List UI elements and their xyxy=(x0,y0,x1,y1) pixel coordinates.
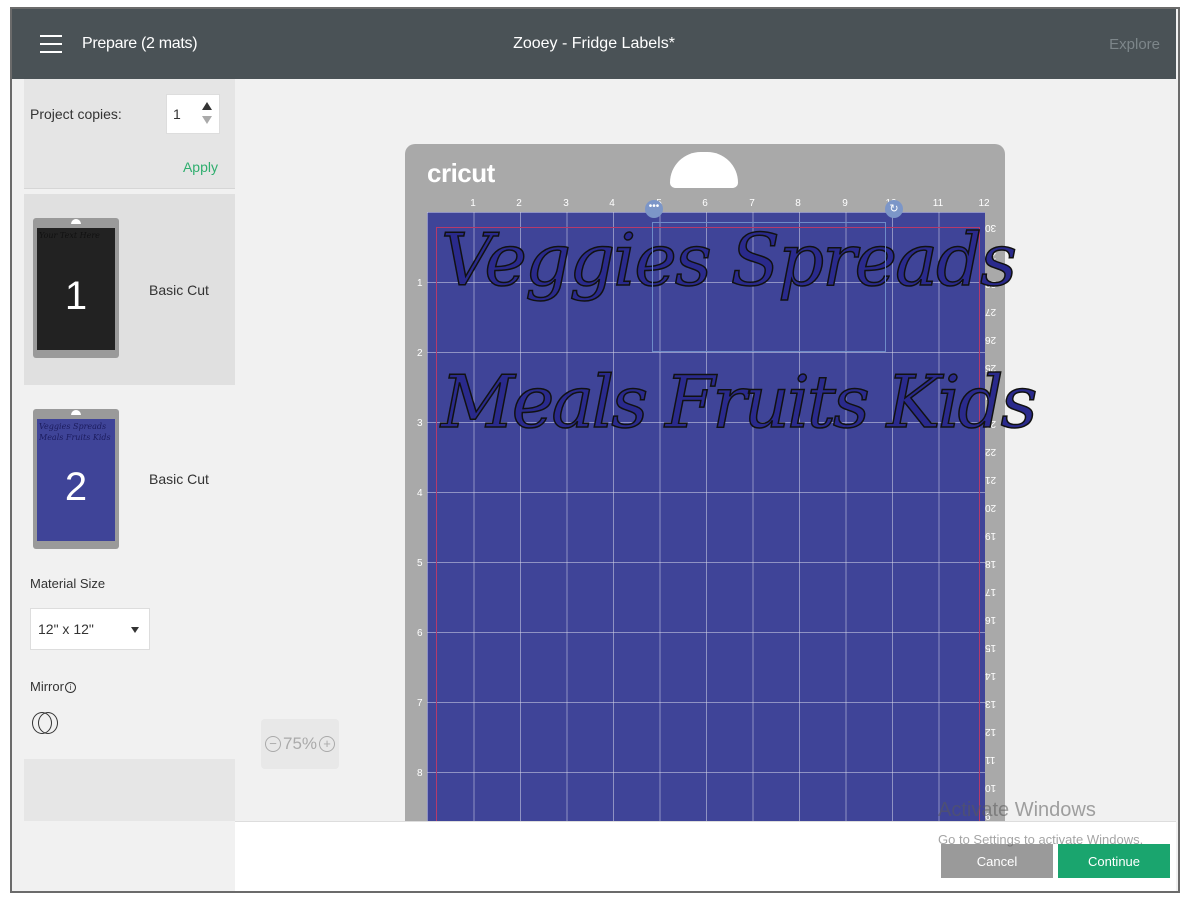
ruler-tick: 4 xyxy=(417,488,423,499)
mat-preview: Your Text Here 1 xyxy=(37,228,115,350)
ruler-tick: 18 xyxy=(985,558,997,569)
rotate-icon[interactable]: ↻ xyxy=(885,200,903,218)
more-options-icon[interactable]: ••• xyxy=(645,200,663,218)
material-size-select[interactable]: 12" x 12" xyxy=(30,608,150,650)
ruler-top: 1 2 3 4 5 6 7 8 9 10 11 12 xyxy=(427,198,989,212)
ruler-tick: 9 xyxy=(842,198,848,209)
mat-notch xyxy=(670,152,738,188)
apply-button[interactable]: Apply xyxy=(183,159,218,175)
cutting-mat: cricut 1 2 3 4 5 6 7 8 9 10 11 12 1 2 3 … xyxy=(405,144,1038,821)
sidebar-footer xyxy=(24,759,235,821)
copies-label: Project copies: xyxy=(30,106,122,122)
project-title: Zooey - Fridge Labels* xyxy=(513,35,675,52)
ruler-tick: 10 xyxy=(985,782,997,793)
ruler-tick: 11 xyxy=(985,754,996,765)
mat-name: Basic Cut xyxy=(149,471,209,487)
mat-grid[interactable]: Veggies Spreads Meals Fruits Kids ••• ↻ xyxy=(427,200,1038,821)
activate-windows-subtitle: Go to Settings to activate Windows. xyxy=(938,832,1144,847)
mat-thumbnail[interactable]: Veggies Spreads Meals Fruits Kids 2 xyxy=(33,409,119,549)
zoom-in-button[interactable]: + xyxy=(319,736,335,752)
increment-icon[interactable] xyxy=(202,102,212,110)
ruler-tick: 12 xyxy=(978,198,990,209)
ruler-tick: 2 xyxy=(417,348,423,359)
ruler-tick: 1 xyxy=(417,278,423,289)
activate-windows-title: Activate Windows xyxy=(938,799,1096,821)
ruler-tick: 7 xyxy=(749,198,755,209)
ruler-tick: 2 xyxy=(516,198,522,209)
ruler-tick: 20 xyxy=(985,502,997,513)
ruler-tick: 14 xyxy=(985,670,997,681)
ruler-tick: 15 xyxy=(985,642,997,653)
ruler-tick: 8 xyxy=(417,768,423,779)
ruler-tick: 26 xyxy=(985,334,997,345)
chevron-down-icon[interactable] xyxy=(131,627,139,633)
zoom-control: − 75% + xyxy=(261,719,339,769)
copies-value[interactable]: 1 xyxy=(173,106,181,122)
ruler-tick: 4 xyxy=(609,198,615,209)
project-copies-panel: Project copies: 1 Apply xyxy=(24,79,235,189)
ruler-tick: 3 xyxy=(563,198,569,209)
ruler-tick: 5 xyxy=(417,558,423,569)
mat-notch xyxy=(71,410,81,415)
mat-number: 2 xyxy=(64,465,88,509)
material-size-label: Material Size xyxy=(30,576,106,591)
mat-canvas[interactable]: cricut 1 2 3 4 5 6 7 8 9 10 11 12 1 2 3 … xyxy=(235,79,1176,821)
design-text-line-2[interactable]: Meals Fruits Kids xyxy=(440,359,1038,445)
continue-button[interactable]: Continue xyxy=(1058,844,1170,878)
ruler-tick: 6 xyxy=(702,198,708,209)
zoom-level: 75% xyxy=(283,734,318,753)
mat-preview-text: Veggies Spreads Meals Fruits Kids xyxy=(39,422,111,442)
ruler-tick: 21 xyxy=(985,474,997,485)
ruler-tick: 17 xyxy=(985,586,997,597)
mat-notch xyxy=(71,219,81,224)
sidebar: Project copies: 1 Apply Your Text Here 1… xyxy=(24,79,235,891)
explore-link[interactable]: Explore xyxy=(1109,36,1160,53)
ruler-tick: 19 xyxy=(985,530,997,541)
cricut-logo: cricut xyxy=(427,158,495,188)
ruler-tick: 27 xyxy=(985,306,997,317)
mat-number: 1 xyxy=(64,274,88,318)
copies-stepper[interactable]: 1 xyxy=(166,94,220,134)
mat-name: Basic Cut xyxy=(149,282,209,298)
toggle-circle-icon xyxy=(38,712,58,734)
ruler-tick: 7 xyxy=(417,698,423,709)
zoom-out-button[interactable]: − xyxy=(265,736,281,752)
mat-preview: Veggies Spreads Meals Fruits Kids 2 xyxy=(37,419,115,541)
mirror-label: Mirror xyxy=(30,679,64,694)
ruler-tick: 16 xyxy=(985,614,997,625)
ruler-tick: 8 xyxy=(795,198,801,209)
ruler-tick: 3 xyxy=(417,418,423,429)
mat-item-2[interactable]: Veggies Spreads Meals Fruits Kids 2 Basi… xyxy=(24,389,235,580)
mat-item-1[interactable]: Your Text Here 1 Basic Cut xyxy=(24,194,235,385)
ruler-tick: 1 xyxy=(470,198,476,209)
ruler-tick: 6 xyxy=(417,628,423,639)
ruler-tick: 11 xyxy=(932,198,944,209)
material-size-value[interactable]: 12" x 12" xyxy=(38,621,94,637)
selection-box[interactable] xyxy=(652,222,886,352)
mat-thumbnail[interactable]: Your Text Here 1 xyxy=(33,218,119,358)
decrement-icon[interactable] xyxy=(202,116,212,124)
mirror-label-row: Mirror i xyxy=(30,679,76,694)
cancel-button[interactable]: Cancel xyxy=(941,844,1053,878)
ruler-tick: 22 xyxy=(985,446,997,457)
ruler-tick: 13 xyxy=(985,698,997,709)
ruler-tick: 12 xyxy=(985,726,997,737)
mat-preview-text: Your Text Here xyxy=(39,231,100,240)
info-icon[interactable]: i xyxy=(64,682,76,694)
mirror-toggle[interactable] xyxy=(32,712,58,734)
top-bar: Prepare (2 mats) Zooey - Fridge Labels* … xyxy=(12,9,1176,79)
